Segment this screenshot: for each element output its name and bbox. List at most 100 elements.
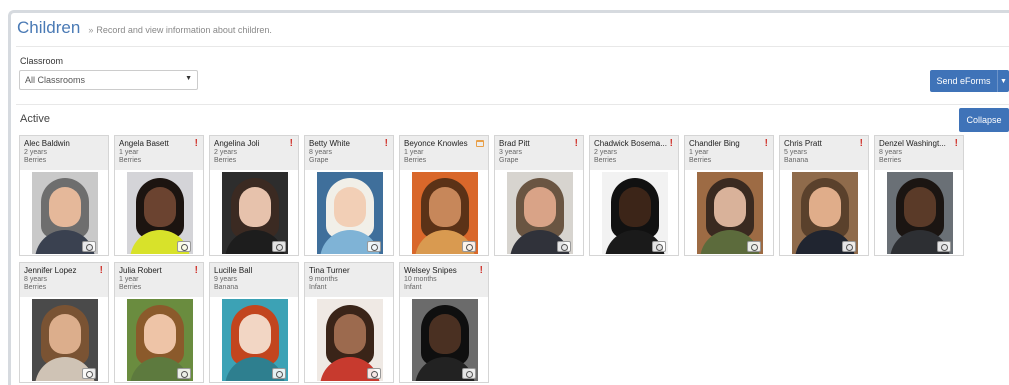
child-name[interactable]: Jennifer Lopez (24, 266, 98, 276)
child-photo[interactable] (317, 299, 383, 381)
child-card-header: Chris Pratt 5 years Banana! (780, 136, 868, 170)
camera-icon[interactable] (177, 368, 191, 379)
child-photo[interactable] (412, 299, 478, 381)
child-card[interactable]: Julia Robert 1 year Berries! (114, 262, 204, 383)
collapse-button[interactable]: Collapse (959, 108, 1009, 132)
child-classroom: Berries (879, 157, 902, 164)
divider (16, 104, 1009, 105)
child-card[interactable]: Lucille Ball 9 years Banana (209, 262, 299, 383)
child-card[interactable]: Alec Baldwin 2 years Berries (19, 135, 109, 256)
alert-icon[interactable]: ! (195, 265, 198, 276)
child-age: 2 years (594, 149, 617, 156)
child-age: 9 months (309, 276, 338, 283)
photo-face (524, 187, 556, 227)
child-card-header: Lucille Ball 9 years Banana (210, 263, 298, 297)
camera-icon[interactable] (82, 241, 96, 252)
child-classroom: Berries (594, 157, 617, 164)
child-photo[interactable] (32, 172, 98, 254)
child-name[interactable]: Lucille Ball (214, 266, 288, 276)
caret-down-icon[interactable]: ▼ (998, 78, 1009, 85)
child-photo[interactable] (32, 299, 98, 381)
child-card[interactable]: Betty White 8 years Grape! (304, 135, 394, 256)
child-card[interactable]: Welsey Snipes 10 months Infant! (399, 262, 489, 383)
alert-icon[interactable]: ! (575, 138, 578, 149)
child-photo[interactable] (697, 172, 763, 254)
child-card[interactable]: Chris Pratt 5 years Banana! (779, 135, 869, 256)
child-name[interactable]: Angela Basett (119, 139, 193, 149)
child-card[interactable]: Denzel Washingt... 8 years Berries! (874, 135, 964, 256)
child-card-header: Angelina Joli 2 years Berries! (210, 136, 298, 170)
camera-icon[interactable] (272, 368, 286, 379)
child-name[interactable]: Chadwick Bosema... (594, 139, 668, 149)
child-name[interactable]: Denzel Washingt... (879, 139, 953, 149)
alert-icon[interactable]: ! (955, 138, 958, 149)
send-eforms-button[interactable]: Send eForms (930, 76, 997, 86)
child-age: 1 year (404, 149, 424, 156)
camera-icon[interactable] (747, 241, 761, 252)
camera-icon[interactable] (177, 241, 191, 252)
double-chevron-icon: » (88, 25, 94, 35)
child-age: 1 year (689, 149, 709, 156)
child-classroom: Berries (119, 157, 142, 164)
child-photo[interactable] (317, 172, 383, 254)
child-card-header: Welsey Snipes 10 months Infant! (400, 263, 488, 297)
child-name[interactable]: Beyonce Knowles (404, 139, 478, 149)
classroom-select[interactable]: All Classrooms ▼ (19, 70, 198, 90)
child-card-header: Tina Turner 9 months Infant (305, 263, 393, 297)
child-card[interactable]: Angela Basett 1 year Berries! (114, 135, 204, 256)
child-name[interactable]: Tina Turner (309, 266, 383, 276)
child-photo[interactable] (602, 172, 668, 254)
camera-icon[interactable] (462, 241, 476, 252)
child-photo[interactable] (887, 172, 953, 254)
child-card[interactable]: Angelina Joli 2 years Berries! (209, 135, 299, 256)
child-card[interactable]: Jennifer Lopez 8 years Berries! (19, 262, 109, 383)
camera-icon[interactable] (937, 241, 951, 252)
child-photo[interactable] (222, 172, 288, 254)
child-name[interactable]: Betty White (309, 139, 383, 149)
camera-icon[interactable] (652, 241, 666, 252)
child-age: 2 years (214, 149, 237, 156)
child-age: 9 years (214, 276, 237, 283)
child-name[interactable]: Chris Pratt (784, 139, 858, 149)
camera-icon[interactable] (557, 241, 571, 252)
child-classroom: Berries (24, 157, 47, 164)
child-card[interactable]: Tina Turner 9 months Infant (304, 262, 394, 383)
child-classroom: Banana (784, 157, 809, 164)
child-card[interactable]: Chandler Bing 1 year Berries! (684, 135, 774, 256)
camera-icon[interactable] (82, 368, 96, 379)
camera-icon[interactable] (367, 368, 381, 379)
child-classroom: Banana (214, 284, 239, 291)
child-name[interactable]: Alec Baldwin (24, 139, 98, 149)
child-card-header: Brad Pitt 3 years Grape! (495, 136, 583, 170)
child-name[interactable]: Julia Robert (119, 266, 193, 276)
alert-icon[interactable]: ! (195, 138, 198, 149)
child-name[interactable]: Welsey Snipes (404, 266, 478, 276)
alert-icon[interactable]: ! (860, 138, 863, 149)
child-photo[interactable] (127, 299, 193, 381)
camera-icon[interactable] (462, 368, 476, 379)
alert-icon[interactable]: ! (670, 138, 673, 149)
camera-icon[interactable] (842, 241, 856, 252)
alert-icon[interactable]: ! (100, 265, 103, 276)
alert-icon[interactable]: ! (290, 138, 293, 149)
child-photo[interactable] (222, 299, 288, 381)
alert-icon[interactable]: ! (765, 138, 768, 149)
child-card[interactable]: Beyonce Knowles 1 year Berries (399, 135, 489, 256)
calendar-icon[interactable] (476, 140, 484, 147)
child-photo[interactable] (127, 172, 193, 254)
child-photo[interactable] (792, 172, 858, 254)
child-photo[interactable] (412, 172, 478, 254)
child-name[interactable]: Angelina Joli (214, 139, 288, 149)
send-eforms-button-group: Send eForms ▼ (930, 70, 1009, 92)
child-photo[interactable] (507, 172, 573, 254)
alert-icon[interactable]: ! (480, 265, 483, 276)
photo-face (239, 187, 271, 227)
child-name[interactable]: Brad Pitt (499, 139, 573, 149)
alert-icon[interactable]: ! (385, 138, 388, 149)
child-name[interactable]: Chandler Bing (689, 139, 763, 149)
child-card[interactable]: Chadwick Bosema... 2 years Berries! (589, 135, 679, 256)
child-card[interactable]: Brad Pitt 3 years Grape! (494, 135, 584, 256)
camera-icon[interactable] (367, 241, 381, 252)
camera-icon[interactable] (272, 241, 286, 252)
child-card-header: Alec Baldwin 2 years Berries (20, 136, 108, 170)
